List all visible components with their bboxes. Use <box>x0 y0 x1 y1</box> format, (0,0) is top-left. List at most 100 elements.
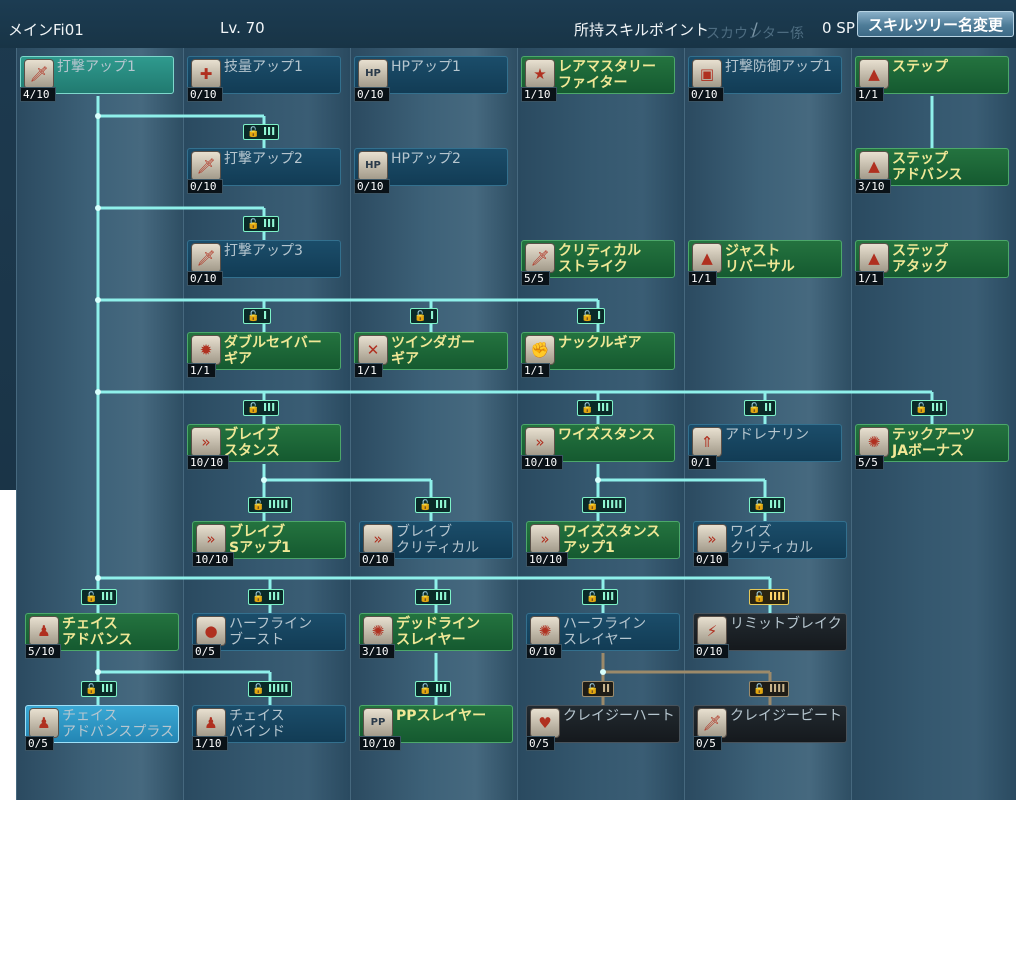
skill-node[interactable]: » ブレイブ クリティカル 0/10 <box>359 521 513 567</box>
tier-lock-label: III <box>262 217 276 230</box>
skill-name: テックアーツ JAボーナス <box>892 427 975 459</box>
skill-node[interactable]: ★ レアマスタリー ファイター 1/10 <box>521 56 675 102</box>
skill-level: 10/10 <box>192 552 235 567</box>
skill-node[interactable]: PP PPスレイヤー 10/10 <box>359 705 513 751</box>
skill-name: ダブルセイバー ギア <box>224 335 322 367</box>
skill-node[interactable]: ▲ ステップ アタック 1/1 <box>855 240 1009 286</box>
skill-node[interactable]: ♟ チェイス バインド 1/10 <box>192 705 346 751</box>
skill-node[interactable]: 🗡 打撃アップ1 4/10 <box>20 56 174 102</box>
tier-lock-badge: 🔓 III <box>415 589 452 605</box>
skill-name-line: PPスレイヤー <box>396 708 487 724</box>
boot-icon: ▲ <box>860 60 888 88</box>
skill-node[interactable]: 🗡 クレイジービート 0/5 <box>693 705 847 751</box>
skill-node[interactable]: ▣ 打撃防御アップ1 0/10 <box>688 56 842 102</box>
orb-icon: ● <box>197 617 225 645</box>
skill-node[interactable]: ✺ テックアーツ JAボーナス 5/5 <box>855 424 1009 470</box>
padlock-open-icon: 🔓 <box>85 592 101 603</box>
skill-name-line: アドバンス <box>892 167 963 183</box>
skill-name: ワイズ クリティカル <box>730 524 813 556</box>
padlock-open-icon: 🔓 <box>753 684 769 695</box>
padlock-open-icon: 🔓 <box>586 592 602 603</box>
skill-node[interactable]: HP HPアップ1 0/10 <box>354 56 508 102</box>
skill-level: 0/5 <box>526 736 555 751</box>
tier-lock-badge: 🔓 II <box>582 681 615 697</box>
skill-name-line: アタック <box>892 259 948 275</box>
skill-node[interactable]: ✊ ナックルギア 1/1 <box>521 332 675 378</box>
padlock-open-icon: 🔓 <box>586 684 602 695</box>
skill-node[interactable]: » ワイズスタンス アップ1 10/10 <box>526 521 680 567</box>
arrow-up-icon: ⇑ <box>693 428 721 456</box>
tier-lock-label: III <box>768 498 782 511</box>
padlock-open-icon: 🔓 <box>586 500 602 511</box>
skill-node[interactable]: ✺ デッドライン スレイヤー 3/10 <box>359 613 513 659</box>
skill-node[interactable]: 🗡 打撃アップ2 0/10 <box>187 148 341 194</box>
tier-lock-label: II <box>763 401 773 414</box>
skill-node[interactable]: ▲ ジャスト リバーサル 1/1 <box>688 240 842 286</box>
skill-node[interactable]: 🗡 打撃アップ3 0/10 <box>187 240 341 286</box>
padlock-open-icon: 🔓 <box>414 311 430 322</box>
skill-node[interactable]: ▲ ステップ アドバンス 3/10 <box>855 148 1009 194</box>
connector-joint <box>600 669 606 675</box>
skill-node[interactable]: » ブレイブ スタンス 10/10 <box>187 424 341 470</box>
tier-lock-badge: 🔓 III <box>749 497 786 513</box>
skill-name: ナックルギア <box>558 335 642 351</box>
skill-node[interactable]: » ブレイブ Sアップ1 10/10 <box>192 521 346 567</box>
skill-name-line: アドレナリン <box>725 427 809 443</box>
skill-node[interactable]: ✹ ダブルセイバー ギア 1/1 <box>187 332 341 378</box>
skill-level: 0/5 <box>25 736 54 751</box>
skill-node[interactable]: ⚡ リミットブレイク 0/10 <box>693 613 847 659</box>
skill-node[interactable]: 🗡 クリティカル ストライク 5/5 <box>521 240 675 286</box>
dex-icon: ✚ <box>192 60 220 88</box>
skill-node[interactable]: » ワイズスタンス 10/10 <box>521 424 675 470</box>
skill-level: 0/10 <box>354 87 390 102</box>
stance-icon: » <box>364 525 392 553</box>
skill-node[interactable]: » ワイズ クリティカル 0/10 <box>693 521 847 567</box>
skill-name-line: HPアップ1 <box>391 59 461 75</box>
skill-level: 1/10 <box>521 87 557 102</box>
tier-lock-label: III <box>267 590 281 603</box>
skill-node[interactable]: ✺ ハーフライン スレイヤー 0/10 <box>526 613 680 659</box>
skill-name-line: アドバンスプラス <box>62 724 175 740</box>
tier-lock-badge: 🔓 III <box>577 400 614 416</box>
skill-level: 5/5 <box>855 455 884 470</box>
tier-lock-label: III <box>100 590 114 603</box>
skill-name: ワイズスタンス <box>558 427 655 443</box>
skill-name-line: クリティカル <box>396 540 480 556</box>
tier-lock-label: IIII <box>768 682 786 695</box>
skill-name-line: HPアップ2 <box>391 151 461 167</box>
connector-joint <box>595 477 601 483</box>
skill-name-line: クリティカル <box>730 540 814 556</box>
tier-lock-label: III <box>100 682 114 695</box>
tier-lock-label: IIIII <box>267 682 289 695</box>
skill-node[interactable]: ♥ クレイジーハート 0/5 <box>526 705 680 751</box>
boot-icon: ▲ <box>860 244 888 272</box>
skill-level: 4/10 <box>20 87 56 102</box>
stance-icon: » <box>698 525 726 553</box>
tier-lock-badge: 🔓 III <box>582 589 619 605</box>
skill-level: 10/10 <box>359 736 402 751</box>
divider-slash: / <box>752 20 758 40</box>
skill-name-line: ハーフライン <box>563 616 647 632</box>
skill-level: 0/10 <box>526 644 562 659</box>
padlock-open-icon: 🔓 <box>419 684 435 695</box>
skill-node[interactable]: ✚ 技量アップ1 0/10 <box>187 56 341 102</box>
connector-joint <box>95 575 101 581</box>
padlock-open-icon: 🔓 <box>252 500 268 511</box>
boot-icon: ▲ <box>693 244 721 272</box>
tier-lock-label: III <box>262 401 276 414</box>
skill-node[interactable]: ⇑ アドレナリン 0/1 <box>688 424 842 470</box>
skill-node[interactable]: ▲ ステップ 1/1 <box>855 56 1009 102</box>
skill-node[interactable]: ♟ チェイス アドバンスプラス 0/5 <box>25 705 179 751</box>
skill-name: ハーフライン ブースト <box>229 616 312 648</box>
skill-node[interactable]: ✕ ツインダガー ギア 1/1 <box>354 332 508 378</box>
skill-node[interactable]: HP HPアップ2 0/10 <box>354 148 508 194</box>
rename-tree-button[interactable]: スキルツリー名変更 <box>857 11 1014 37</box>
skill-name-line: スタンス <box>224 443 280 459</box>
skill-name: ブレイブ クリティカル <box>396 524 479 556</box>
skill-node[interactable]: ● ハーフライン ブースト 0/5 <box>192 613 346 659</box>
heart-icon: ♥ <box>531 709 559 737</box>
skill-name: アドレナリン <box>725 427 809 443</box>
skill-node[interactable]: ♟ チェイス アドバンス 5/10 <box>25 613 179 659</box>
skill-name: ハーフライン スレイヤー <box>563 616 646 648</box>
skill-name-line: バインド <box>229 724 285 740</box>
